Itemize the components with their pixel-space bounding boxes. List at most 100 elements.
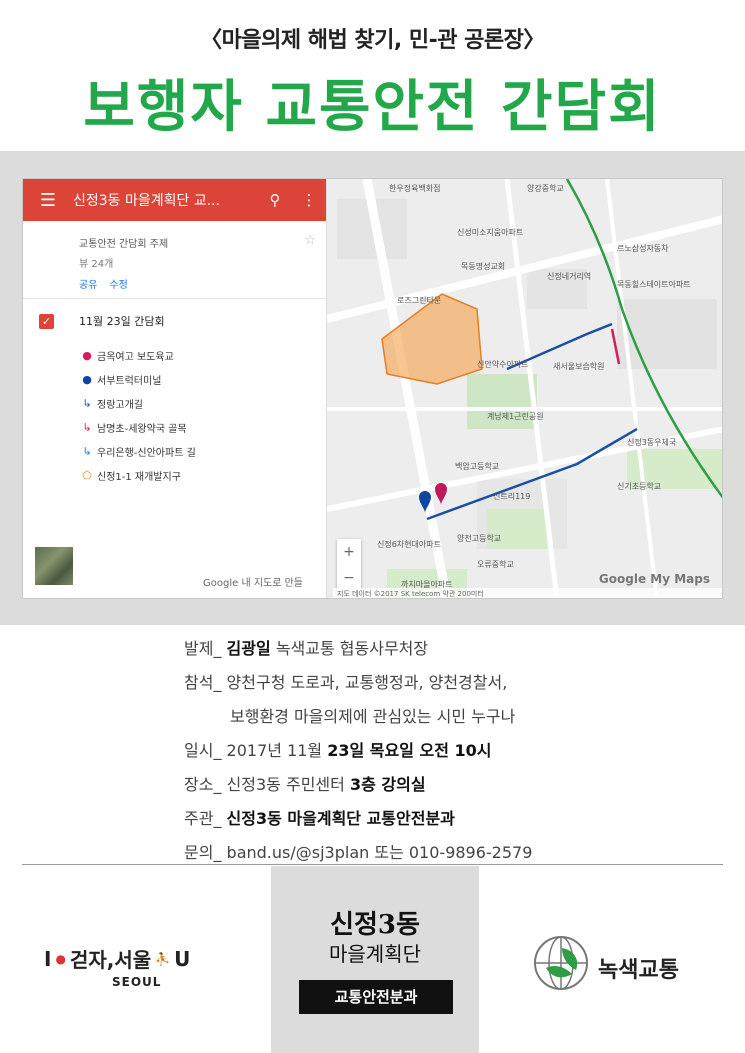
share-link[interactable]: 공유 bbox=[79, 276, 97, 291]
layer-item[interactable]: ⬠ 신정1-1 재개발지구 bbox=[79, 463, 326, 487]
sinjeong-logo-line2: 마을계획단 bbox=[329, 942, 421, 966]
presenter-org: 녹색교통 협동사무처장 bbox=[275, 639, 429, 658]
event-title: 보행자 교통안전 간담회 bbox=[83, 75, 662, 140]
map-theme: 교통안전 간담회 주제 bbox=[79, 239, 169, 250]
globe-icon bbox=[534, 936, 588, 990]
map-label: 양천고등학교 bbox=[457, 534, 502, 543]
zoom-in-button[interactable]: + bbox=[337, 539, 361, 565]
map-label: 목동명성교회 bbox=[461, 262, 506, 271]
attendees-label: 참석_ bbox=[184, 673, 222, 692]
layer-item-label: 정랑고개길 bbox=[97, 399, 143, 411]
map-label: 신안약수아파트 bbox=[477, 360, 529, 369]
map-label: 새서울보습학원 bbox=[553, 362, 605, 371]
sinjeong-logo-box: 교통안전분과 bbox=[299, 980, 453, 1014]
map-label: 르노삼성자동차 bbox=[617, 244, 669, 253]
date-row: 일시_ 2017년 11월 23일 목요일 오전 10시 bbox=[184, 734, 724, 768]
host-row: 주관_ 신정3동 마을계획단 교통안전분과 bbox=[184, 802, 724, 836]
host-name: 신정3동 마을계획단 교통안전분과 bbox=[226, 809, 455, 828]
map-label: 오류중학교 bbox=[477, 560, 514, 569]
layer-item-label: 신정1-1 재개발지구 bbox=[97, 471, 181, 483]
mymaps-side-panel: ☰ 신정3동 마을계획단 교... ⚲ ⋮ 교통안전 간담회 주제 뷰 24개 … bbox=[23, 179, 327, 598]
map-label: 한우정육백화점 bbox=[389, 184, 441, 193]
layer-item[interactable]: ● 서부트럭터미널 bbox=[79, 367, 326, 391]
map-graphics bbox=[327, 179, 722, 598]
red-dot-icon: ● bbox=[55, 951, 66, 966]
seoul-logo-u: U bbox=[174, 946, 191, 971]
place-room: 3층 강의실 bbox=[349, 775, 426, 794]
layer-item[interactable]: ● 금옥여고 보도육교 bbox=[79, 343, 326, 367]
layer-item-label: 우리은행-신안아파트 길 bbox=[97, 447, 196, 459]
layer-checkbox[interactable]: ✓ bbox=[39, 313, 54, 329]
edit-link[interactable]: 수정 bbox=[109, 276, 127, 291]
more-vert-icon[interactable]: ⋮ bbox=[292, 191, 326, 209]
layer-item-label: 서부트럭터미널 bbox=[97, 375, 162, 387]
divider bbox=[22, 864, 723, 865]
attendees-line2: 보행환경 마을의제에 관심있는 시민 누구나 bbox=[230, 707, 516, 726]
seoul-logo-slogan: 걷자,서울 bbox=[69, 948, 152, 972]
seoul-logo-sub: SEOUL bbox=[112, 975, 162, 989]
map-views: 뷰 24개 bbox=[79, 259, 114, 270]
map-info: 교통안전 간담회 주제 뷰 24개 공유 수정 ☆ bbox=[23, 221, 326, 299]
route-icon: ↳ bbox=[82, 444, 92, 458]
red-pin-icon: ● bbox=[82, 348, 92, 362]
layer-item-label: 남명초-세왕약국 골목 bbox=[97, 423, 187, 435]
layer: ✓ 11월 23일 간담회 ● 금옥여고 보도육교 ● 서부트럭터미널 ↳ 정랑… bbox=[23, 299, 326, 487]
sinjeong-logo: 신정3동 마을계획단 교통안전분과 bbox=[271, 866, 479, 1053]
map-label: 목동힐스테이트아파트 bbox=[617, 280, 691, 289]
blue-pin-icon: ● bbox=[82, 372, 92, 386]
map-label: 신정3동우체국 bbox=[627, 438, 677, 447]
sinjeong-logo-line1: 신정3동 bbox=[330, 910, 420, 940]
presenter-name: 김광일 bbox=[226, 639, 271, 658]
basemap-thumbnail[interactable] bbox=[35, 547, 73, 585]
polygon-icon: ⬠ bbox=[82, 468, 92, 482]
event-info: 발제_ 김광일 녹색교통 협동사무처장 참석_ 양천구청 도로과, 교통행정과,… bbox=[184, 632, 724, 870]
date-prefix: 2017년 11월 bbox=[226, 741, 323, 760]
host-label: 주관_ bbox=[184, 809, 222, 828]
attendees-line1: 양천구청 도로과, 교통행정과, 양천경찰서, bbox=[226, 673, 508, 692]
green-transport-logo: 녹색교통 bbox=[532, 934, 712, 994]
contact-value: band.us/@sj3plan 또는 010-9896-2579 bbox=[226, 843, 533, 862]
walker-icon: ⛹ bbox=[155, 951, 171, 966]
place-prefix: 신정3동 주민센터 bbox=[226, 775, 345, 794]
map-label: 신기초등학교 bbox=[617, 482, 662, 491]
map-label: 백암고등학교 bbox=[455, 462, 500, 471]
map-label: 계남제1근린공원 bbox=[487, 412, 544, 421]
presenter-row: 발제_ 김광일 녹색교통 협동사무처장 bbox=[184, 632, 724, 666]
map-label: 신정네거리역 bbox=[547, 272, 592, 281]
search-icon[interactable]: ⚲ bbox=[258, 191, 292, 209]
layer-item[interactable]: ↳ 우리은행-신안아파트 길 bbox=[79, 439, 326, 463]
place-row: 장소_ 신정3동 주민센터 3층 강의실 bbox=[184, 768, 724, 802]
place-label: 장소_ bbox=[184, 775, 222, 794]
google-my-maps-logo: Google My Maps bbox=[598, 572, 710, 586]
layer-item[interactable]: ↳ 남명초-세왕약국 골목 bbox=[79, 415, 326, 439]
map-credit: 지도 데이터 ©2017 SK telecom 약관 200미터 bbox=[333, 588, 722, 598]
attendees-row: 참석_ 양천구청 도로과, 교통행정과, 양천경찰서, bbox=[184, 666, 724, 700]
layer-item[interactable]: ↳ 정랑고개길 bbox=[79, 391, 326, 415]
map-label: 신성미소지움아파트 bbox=[457, 228, 524, 237]
menu-icon[interactable]: ☰ bbox=[23, 190, 73, 211]
green-transport-name: 녹색교통 bbox=[598, 958, 679, 983]
map-label: 로즈그린타운 bbox=[397, 296, 442, 305]
map-label: 신정6차현대아파트 bbox=[377, 540, 441, 549]
google-maps-link[interactable]: Google 내 지도로 만들 bbox=[203, 574, 303, 589]
seoul-logo-i: I bbox=[44, 946, 52, 971]
seoul-logo: I ● 걷자,서울 ⛹ U SEOUL bbox=[44, 944, 244, 1004]
map-label: 양강중학교 bbox=[527, 184, 564, 193]
date-label: 일시_ bbox=[184, 741, 222, 760]
map-title: 신정3동 마을계획단 교... bbox=[73, 193, 221, 209]
presenter-label: 발제_ bbox=[184, 639, 222, 658]
star-icon[interactable]: ☆ bbox=[304, 233, 316, 248]
zoom-control: + − bbox=[337, 539, 361, 591]
contact-label: 문의_ bbox=[184, 843, 222, 862]
attendees-row-2: 보행환경 마을의제에 관심있는 시민 누구나 bbox=[184, 700, 724, 734]
map-label: 신트리119 bbox=[493, 492, 531, 501]
event-subtitle: 〈마을의제 해법 찾기, 민-관 공론장〉 bbox=[200, 28, 545, 53]
route-icon: ↳ bbox=[82, 396, 92, 410]
layer-item-label: 금옥여고 보도육교 bbox=[97, 351, 174, 363]
mymaps-screenshot: ☰ 신정3동 마을계획단 교... ⚲ ⋮ 교통안전 간담회 주제 뷰 24개 … bbox=[22, 178, 723, 599]
layer-title: 11월 23일 간담회 bbox=[79, 315, 165, 328]
map-canvas[interactable]: 한우정육백화점 양강중학교 신성미소지움아파트 르노삼성자동차 신정네거리역 목… bbox=[327, 179, 722, 598]
mymaps-toolbar: ☰ 신정3동 마을계획단 교... ⚲ ⋮ bbox=[23, 179, 326, 221]
date-time: 23일 목요일 오전 10시 bbox=[327, 741, 492, 760]
route-icon: ↳ bbox=[82, 420, 92, 434]
